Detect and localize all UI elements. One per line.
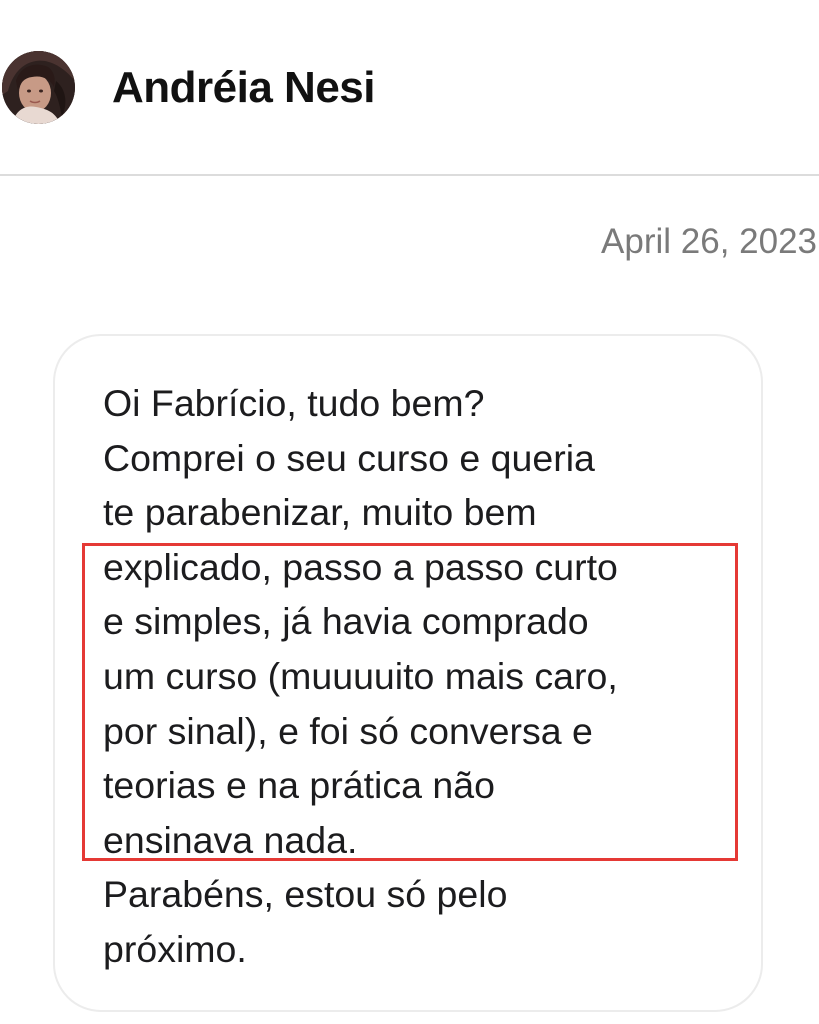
message-line: Parabéns, estou só pelo [103,873,508,916]
message-line: ensinava nada. [103,818,358,861]
contact-avatar[interactable] [2,51,75,124]
message-line: por sinal), e foi só conversa e [103,709,593,752]
message-line: Comprei o seu curso e queria [103,436,595,479]
message-line: explicado, passo a passo curto [103,545,618,588]
message-line: um curso (muuuuito mais caro, [103,654,618,697]
conversation-header: Andréia Nesi [0,0,819,176]
contact-name[interactable]: Andréia Nesi [112,62,375,114]
avatar-photo-icon [2,51,75,124]
message-date: April 26, 2023 [601,222,817,261]
message-line: próximo. [103,927,247,970]
message-line: te parabenizar, muito bem [103,491,537,534]
message-line: e simples, já havia comprado [103,600,589,643]
message-line: Oi Fabrício, tudo bem? [103,382,485,424]
message-line: teorias e na prática não [103,764,495,807]
message-text: Oi Fabrício, tudo bem? Comprei o seu cur… [103,376,743,977]
